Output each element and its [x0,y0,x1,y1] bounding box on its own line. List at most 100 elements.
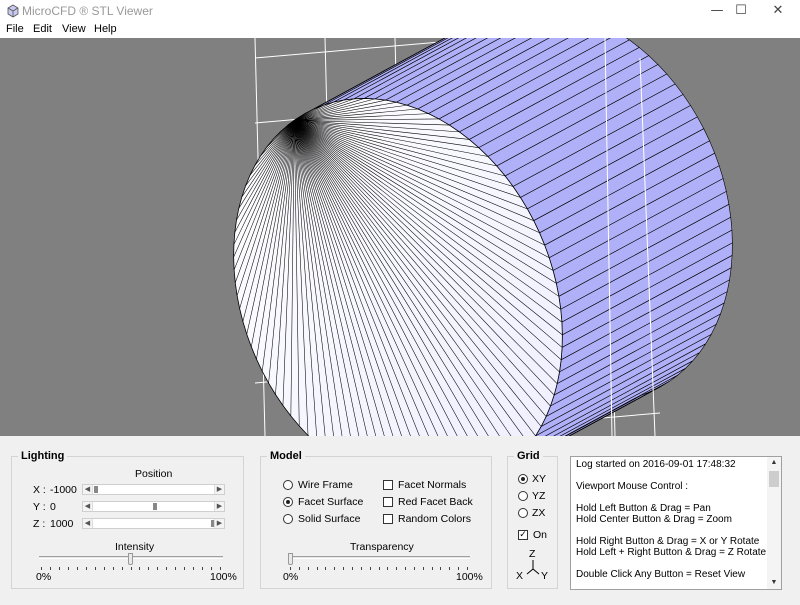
log-line: Double Click Any Button = Reset View [576,569,746,580]
slider-tick [121,567,123,570]
wire-frame-label[interactable]: Wire Frame [298,479,353,491]
intensity-slider-thumb[interactable] [128,553,133,565]
grid-on-checkbox[interactable]: ✓ [518,530,528,540]
position-label: Position [135,468,173,480]
grid-on-label[interactable]: On [533,529,547,541]
log-line: Viewport Mouse Control : [576,481,689,492]
slider-tick [431,567,433,570]
grid-yz-label[interactable]: YZ [532,490,545,502]
slider-tick [334,567,336,570]
light-y-thumb[interactable] [152,503,157,510]
slider-tick [193,567,195,570]
scroll-down-icon[interactable]: ▼ [767,577,781,589]
slider-tick [41,567,42,570]
slider-tick [307,567,309,570]
scroll-right-icon[interactable]: ▶ [214,519,224,528]
scroll-up-icon[interactable]: ▲ [767,457,781,469]
slider-tick [202,567,204,570]
log-scrollbar[interactable]: ▲ ▼ [767,457,781,589]
grid-zx-radio[interactable] [518,508,528,518]
grid-xy-label[interactable]: XY [532,473,546,485]
transparency-max-label: 100% [456,571,483,583]
log-textbox[interactable]: Log started on 2016-09-01 17:48:32 Viewp… [570,456,782,590]
3d-viewport[interactable] [0,38,800,436]
grid-group-title: Grid [514,450,543,462]
axis-y-label: Y [541,570,549,582]
scroll-left-icon[interactable]: ◀ [83,519,93,528]
solid-surface-radio[interactable] [283,514,293,524]
control-panel: Lighting Position X : -1000 ◀ ▶ Y : 0 ◀ … [0,436,800,605]
slider-tick [449,567,451,570]
slider-tick [458,567,460,570]
random-colors-checkbox[interactable] [383,514,393,524]
menu-help[interactable]: Help [94,23,117,35]
slider-tick [94,567,96,570]
slider-tick [396,567,398,570]
log-line: Hold Center Button & Drag = Zoom [576,514,732,525]
grid-zx-label[interactable]: ZX [532,507,545,519]
close-button[interactable]: ✕ [756,0,800,22]
grid-group: Grid XY YZ ZX ✓ On Z X Y [507,450,558,589]
model-group: Model Wire Frame Facet Surface Solid Sur… [260,450,492,589]
menu-edit[interactable]: Edit [33,23,52,35]
slider-tick [360,567,362,570]
light-z-label: Z : [33,518,46,530]
red-facet-back-label[interactable]: Red Facet Back [398,496,473,508]
menu-file[interactable]: File [6,23,24,35]
log-line: Hold Right Button & Drag = X or Y Rotate [576,536,760,547]
scroll-right-icon[interactable]: ▶ [214,485,224,494]
scroll-right-icon[interactable]: ▶ [214,502,224,511]
log-line: Hold Left Button & Drag = Pan [576,503,711,514]
slider-tick [49,567,51,570]
slider-tick [387,567,389,570]
log-scroll-thumb[interactable] [769,471,779,487]
intensity-slider[interactable] [39,553,223,573]
slider-tick [405,567,407,570]
random-colors-label[interactable]: Random Colors [398,513,471,525]
solid-surface-label[interactable]: Solid Surface [298,513,360,525]
slider-tick [76,567,78,570]
menu-bar: File Edit View Help [0,22,800,38]
slider-tick [103,567,105,570]
light-x-thumb[interactable] [94,486,98,493]
window-title: MicroCFD ® STL Viewer [22,4,153,18]
lighting-group-title: Lighting [18,450,68,462]
menu-view[interactable]: View [62,23,86,35]
transparency-slider[interactable] [288,553,470,573]
slider-tick [175,567,177,570]
slider-tick [112,567,114,570]
slider-tick [343,567,345,570]
light-y-value: 0 [50,501,56,513]
stl-model-render[interactable] [0,38,800,436]
slider-tick [130,567,132,570]
slider-tick [316,567,318,570]
slider-tick [298,567,300,570]
transparency-slider-thumb[interactable] [288,553,293,565]
intensity-label: Intensity [115,541,155,553]
facet-normals-checkbox[interactable] [383,480,393,490]
facet-surface-radio[interactable] [283,497,293,507]
light-x-scrollbar[interactable]: ◀ ▶ [82,484,225,495]
slider-tick [422,567,424,570]
grid-xy-radio[interactable] [518,474,528,484]
slider-tick [67,567,69,570]
lighting-group: Lighting Position X : -1000 ◀ ▶ Y : 0 ◀ … [11,450,244,589]
scroll-left-icon[interactable]: ◀ [83,502,93,511]
slider-tick [290,567,291,570]
grid-yz-radio[interactable] [518,491,528,501]
slider-tick [157,567,159,570]
slider-tick [85,567,87,570]
slider-tick [325,567,327,570]
light-y-scrollbar[interactable]: ◀ ▶ [82,501,225,512]
slider-tick [220,567,221,570]
scroll-left-icon[interactable]: ◀ [83,485,93,494]
red-facet-back-checkbox[interactable] [383,497,393,507]
slider-tick [58,567,60,570]
facet-surface-label[interactable]: Facet Surface [298,496,363,508]
transparency-min-label: 0% [283,571,299,583]
wire-frame-radio[interactable] [283,480,293,490]
slider-tick [440,567,442,570]
facet-normals-label[interactable]: Facet Normals [398,479,466,491]
light-z-scrollbar[interactable]: ◀ ▶ [82,518,225,529]
intensity-max-label: 100% [210,571,237,583]
